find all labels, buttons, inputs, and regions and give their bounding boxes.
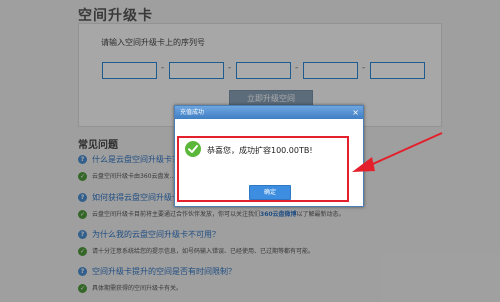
annotation-arrow-icon — [352, 132, 443, 172]
